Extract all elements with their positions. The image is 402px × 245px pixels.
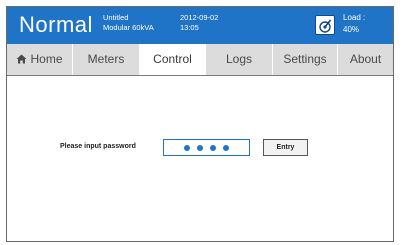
password-prompt: Please input password bbox=[60, 143, 136, 150]
password-mask-dot bbox=[223, 144, 229, 151]
password-mask-dot bbox=[184, 144, 190, 151]
password-mask-dot bbox=[197, 144, 203, 151]
date-time: 2012-09-02 13:05 bbox=[180, 13, 218, 33]
date-text: 2012-09-02 bbox=[180, 13, 219, 22]
load-label: Load : bbox=[343, 13, 366, 22]
tab-logs[interactable]: Logs bbox=[206, 44, 273, 75]
load-gauge-icon bbox=[315, 15, 335, 35]
ups-display-frame: Normal Untitled Modular 60kVA 2012-09-02… bbox=[6, 6, 394, 242]
tab-about-label: About bbox=[349, 52, 382, 66]
tab-control[interactable]: Control bbox=[140, 44, 206, 75]
tab-home-label: Home bbox=[30, 52, 63, 66]
main-tabs: Home Meters Control Logs Settings About bbox=[7, 44, 393, 76]
entry-button[interactable]: Entry bbox=[263, 139, 308, 156]
home-icon bbox=[16, 45, 27, 64]
system-info: Untitled Modular 60kVA bbox=[103, 13, 154, 33]
tab-meters[interactable]: Meters bbox=[73, 44, 140, 75]
tab-settings[interactable]: Settings bbox=[273, 44, 338, 75]
project-name: Untitled bbox=[103, 13, 129, 22]
load-value: 40% bbox=[343, 25, 360, 34]
operating-mode: Normal bbox=[19, 12, 93, 37]
time-text: 13:05 bbox=[180, 23, 199, 32]
model-name: Modular 60kVA bbox=[103, 23, 154, 32]
tab-logs-label: Logs bbox=[225, 52, 253, 66]
tab-control-label: Control bbox=[153, 52, 192, 66]
tab-about[interactable]: About bbox=[338, 44, 393, 75]
tab-settings-label: Settings bbox=[283, 52, 327, 66]
status-header: Normal Untitled Modular 60kVA 2012-09-02… bbox=[7, 7, 393, 44]
control-panel bbox=[7, 76, 393, 241]
tab-meters-label: Meters bbox=[87, 52, 125, 66]
password-mask-dot bbox=[210, 144, 216, 151]
password-input[interactable] bbox=[163, 139, 250, 156]
tab-home[interactable]: Home bbox=[7, 44, 73, 75]
load-readout: Load : 40% bbox=[343, 12, 365, 36]
